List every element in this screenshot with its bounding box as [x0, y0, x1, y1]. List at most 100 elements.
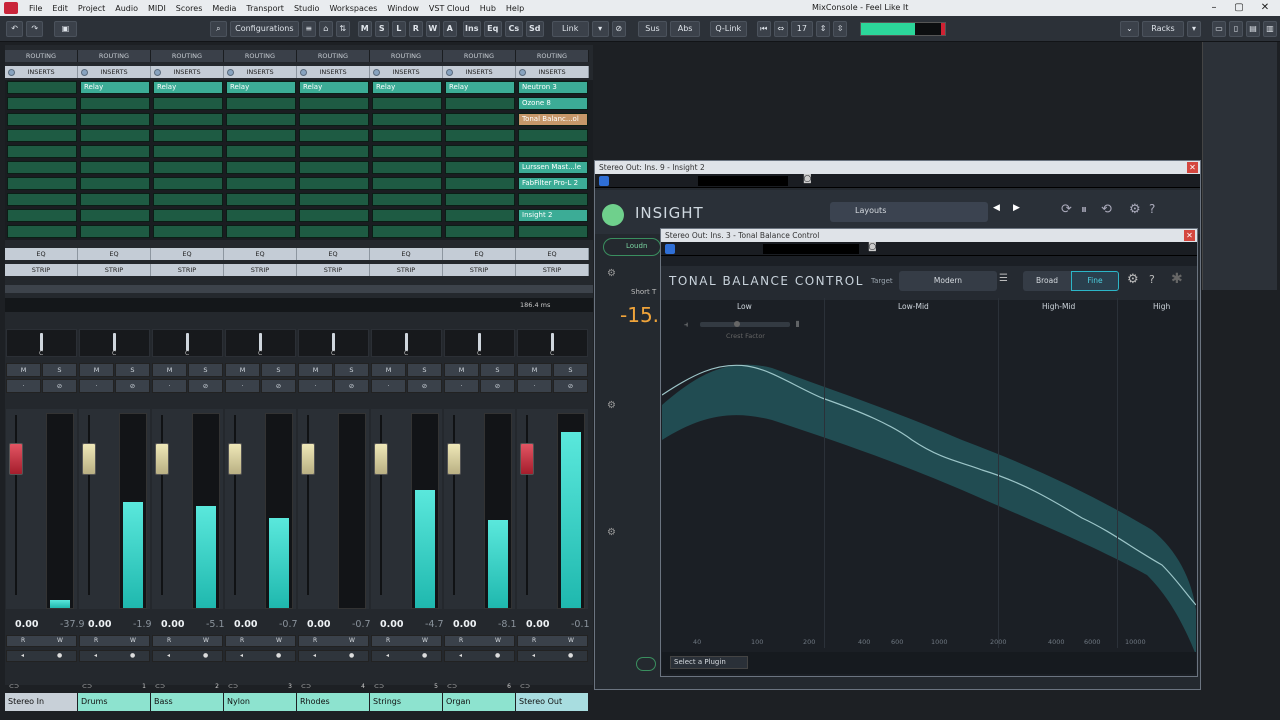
insert-slot[interactable]: [299, 209, 369, 222]
strip-header[interactable]: STRIP: [516, 264, 589, 276]
broad-button[interactable]: Broad: [1023, 271, 1071, 291]
bypass-icon[interactable]: [8, 69, 15, 76]
insert-slot[interactable]: [445, 209, 515, 222]
solo-button[interactable]: S: [188, 363, 223, 377]
insert-slot[interactable]: [7, 225, 77, 238]
insert-slot[interactable]: [372, 193, 442, 206]
write-button[interactable]: W: [425, 20, 440, 37]
fader-value[interactable]: 0.00 -0.1: [526, 619, 590, 633]
insert-slot[interactable]: Tonal Balanc...ol: [518, 113, 588, 126]
bypass-icon[interactable]: [446, 69, 453, 76]
insert-slot[interactable]: [372, 145, 442, 158]
channel-name[interactable]: Rhodes: [297, 693, 369, 711]
inserts-header[interactable]: INSERTS: [370, 66, 443, 78]
insert-slot[interactable]: [372, 161, 442, 174]
monitor-icon[interactable]: ⊘: [407, 379, 442, 393]
read-button[interactable]: R: [408, 20, 423, 37]
monitor-icon[interactable]: ⊘: [115, 379, 150, 393]
gear-icon[interactable]: ⚙: [1127, 272, 1139, 287]
insert-slot[interactable]: [153, 225, 223, 238]
edit-icon[interactable]: ◂: [386, 652, 389, 659]
write-button[interactable]: W: [568, 637, 574, 644]
inserts-header[interactable]: INSERTS: [297, 66, 370, 78]
write-button[interactable]: W: [130, 637, 136, 644]
camera-icon[interactable]: ◙: [803, 174, 812, 184]
menu-help[interactable]: Help: [501, 4, 529, 13]
routing-header[interactable]: ROUTING: [224, 50, 297, 62]
mute-button[interactable]: M: [152, 363, 187, 377]
solo-button[interactable]: S: [261, 363, 296, 377]
zoom-icon[interactable]: ⇕: [816, 20, 831, 37]
absolute-button[interactable]: Abs: [670, 20, 700, 37]
routing-header[interactable]: ROUTING: [516, 50, 589, 62]
routing-header[interactable]: ROUTING: [151, 50, 224, 62]
insert-slot[interactable]: [372, 225, 442, 238]
eq-header[interactable]: EQ: [516, 248, 589, 260]
bypass-icon[interactable]: [154, 69, 161, 76]
strip-header[interactable]: STRIP: [370, 264, 443, 276]
cs-toggle[interactable]: Cs: [504, 20, 523, 37]
channel-name[interactable]: Nylon: [224, 693, 296, 711]
inserts-header[interactable]: INSERTS: [5, 66, 78, 78]
insert-slot[interactable]: [299, 129, 369, 142]
pause-icon[interactable]: ⏸: [1081, 202, 1087, 217]
insert-slot[interactable]: [153, 113, 223, 126]
link-icon[interactable]: ⊂⊃: [374, 683, 384, 690]
search-icon[interactable]: ⌕: [209, 20, 227, 37]
channel-name[interactable]: Drums: [78, 693, 150, 711]
solo-button[interactable]: S: [42, 363, 77, 377]
fader-value[interactable]: 0.00 -0.7: [307, 619, 371, 633]
target-dropdown[interactable]: Modern: [899, 271, 997, 291]
menu-file[interactable]: File: [24, 4, 47, 13]
bypass-icon[interactable]: [81, 69, 88, 76]
eq-header[interactable]: EQ: [443, 248, 516, 260]
insert-slot[interactable]: [80, 161, 150, 174]
insert-slot[interactable]: [226, 97, 296, 110]
edit-icon[interactable]: ◂: [313, 652, 316, 659]
edit-icon[interactable]: ◂: [240, 652, 243, 659]
spinner-icon[interactable]: ⇳: [833, 20, 848, 37]
channel-name[interactable]: Stereo In: [5, 693, 77, 711]
bypass-icon[interactable]: [519, 69, 526, 76]
channel-counter[interactable]: 17: [790, 20, 814, 37]
write-button[interactable]: W: [276, 637, 282, 644]
inserts-header[interactable]: INSERTS: [443, 66, 516, 78]
prev-layout-icon[interactable]: ◀: [993, 203, 1000, 213]
link-icon[interactable]: ⊂⊃: [520, 683, 530, 690]
edit-icon[interactable]: ◂: [94, 652, 97, 659]
pan-knob[interactable]: C: [79, 329, 150, 357]
settings-icon[interactable]: ⚙: [607, 268, 616, 279]
insert-slot[interactable]: [518, 193, 588, 206]
suspend-button[interactable]: Sus: [637, 20, 668, 37]
loudness-tab[interactable]: Loudn: [603, 238, 661, 256]
insert-slot[interactable]: [518, 225, 588, 238]
insert-slot[interactable]: [153, 129, 223, 142]
insert-slot[interactable]: [226, 209, 296, 222]
global-mute-button[interactable]: M: [357, 20, 372, 37]
read-button[interactable]: R: [532, 637, 536, 644]
power-icon[interactable]: [599, 176, 609, 186]
insert-slot[interactable]: Insight 2: [518, 209, 588, 222]
q-link-button[interactable]: Q-Link: [709, 20, 747, 37]
insert-slot[interactable]: [80, 177, 150, 190]
insert-slot[interactable]: [299, 161, 369, 174]
routing-header[interactable]: ROUTING: [370, 50, 443, 62]
routing-header[interactable]: ROUTING: [5, 50, 78, 62]
snapshot-icon[interactable]: ▣: [54, 20, 77, 37]
minimize-icon[interactable]: –: [1203, 0, 1225, 16]
strip-header[interactable]: STRIP: [224, 264, 297, 276]
automation-button[interactable]: A: [442, 20, 457, 37]
read-button[interactable]: R: [386, 637, 390, 644]
channel-arrows-icon[interactable]: ⇔: [773, 20, 788, 37]
solo-button[interactable]: S: [334, 363, 369, 377]
insert-slot[interactable]: [299, 145, 369, 158]
insert-slot[interactable]: [299, 177, 369, 190]
tbc-titlebar[interactable]: Stereo Out: Ins. 3 - Tonal Balance Contr…: [661, 229, 1197, 242]
insert-slot[interactable]: [153, 177, 223, 190]
racks-button[interactable]: Racks: [1141, 20, 1185, 37]
channel-name[interactable]: Bass: [151, 693, 223, 711]
preset-field[interactable]: [698, 176, 788, 186]
record-icon[interactable]: ●: [349, 652, 354, 659]
inserts-toggle[interactable]: Ins: [462, 20, 481, 37]
insert-slot[interactable]: [226, 225, 296, 238]
